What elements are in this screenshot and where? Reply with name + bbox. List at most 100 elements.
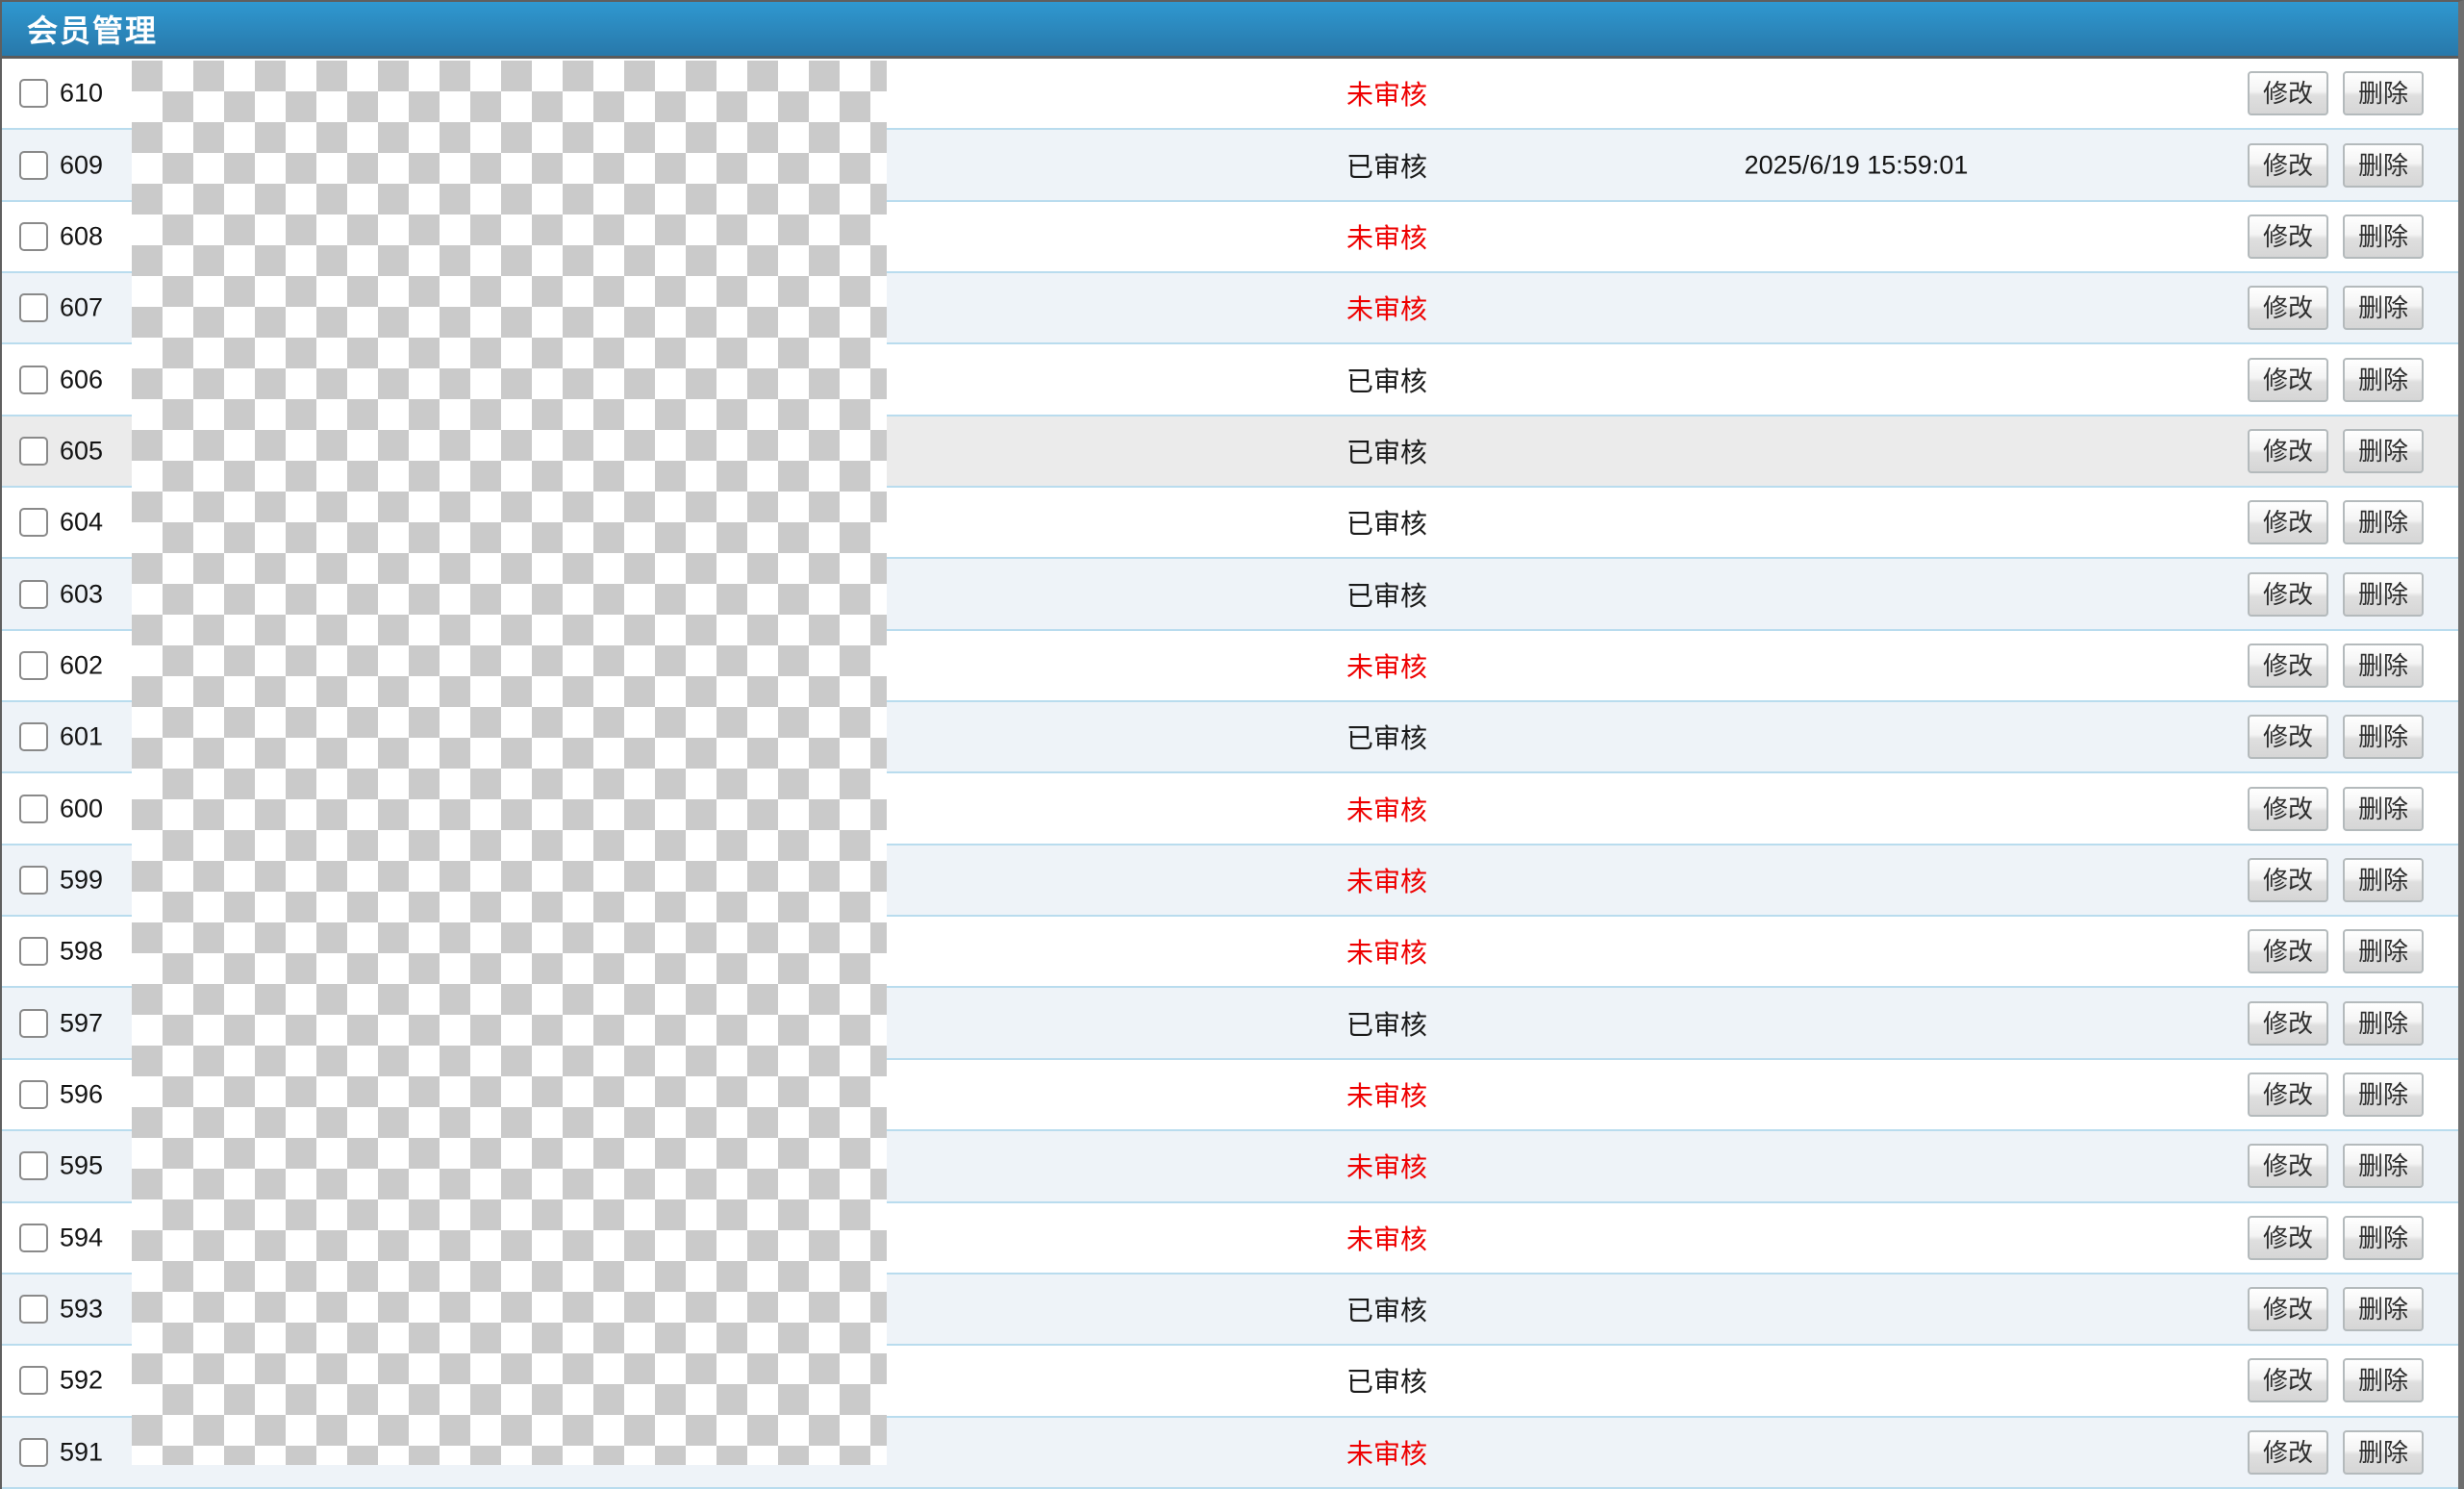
row-checkbox[interactable] [19,366,48,394]
row-checkbox[interactable] [19,1224,48,1252]
delete-button[interactable]: 删除 [2343,787,2424,831]
row-actions: 修改 删除 [2248,929,2424,973]
status-text: 已审核 [1346,146,1427,185]
row-id: 595 [60,1151,103,1181]
status-text: 已审核 [1346,575,1427,614]
row-id: 598 [60,937,103,967]
row-actions: 修改 删除 [2248,1001,2424,1046]
delete-button[interactable]: 删除 [2343,500,2424,544]
row-checkbox[interactable] [19,1151,48,1180]
delete-button[interactable]: 删除 [2343,715,2424,759]
edit-button[interactable]: 修改 [2248,787,2328,831]
row-checkbox[interactable] [19,437,48,466]
delete-button[interactable]: 删除 [2343,1144,2424,1188]
delete-button[interactable]: 删除 [2343,1430,2424,1475]
row-id: 594 [60,1223,103,1252]
member-management-page: 会员管理 610 未审核 修改 删除 609 已审核 2025/6/19 15:… [0,0,2464,1489]
row-actions: 修改 删除 [2248,71,2424,115]
row-checkbox[interactable] [19,1438,48,1467]
status-text: 已审核 [1346,361,1427,399]
edit-button[interactable]: 修改 [2248,1287,2328,1331]
status-text: 未审核 [1346,932,1427,971]
row-checkbox[interactable] [19,651,48,680]
delete-button[interactable]: 删除 [2343,1001,2424,1046]
edit-button[interactable]: 修改 [2248,500,2328,544]
edit-button[interactable]: 修改 [2248,1216,2328,1260]
row-id: 608 [60,221,103,251]
row-id: 591 [60,1437,103,1467]
row-id: 599 [60,865,103,895]
row-checkbox[interactable] [19,1009,48,1038]
delete-button[interactable]: 删除 [2343,1287,2424,1331]
edit-button[interactable]: 修改 [2248,143,2328,188]
row-actions: 修改 删除 [2248,358,2424,402]
row-checkbox[interactable] [19,866,48,895]
row-actions: 修改 删除 [2248,143,2424,188]
edit-button[interactable]: 修改 [2248,644,2328,688]
delete-button[interactable]: 删除 [2343,1216,2424,1260]
row-checkbox[interactable] [19,795,48,823]
row-id: 602 [60,650,103,680]
delete-button[interactable]: 删除 [2343,1073,2424,1117]
delete-button[interactable]: 删除 [2343,572,2424,617]
edit-button[interactable]: 修改 [2248,358,2328,402]
row-checkbox[interactable] [19,1366,48,1395]
edit-button[interactable]: 修改 [2248,215,2328,259]
row-actions: 修改 删除 [2248,1358,2424,1402]
edit-button[interactable]: 修改 [2248,1358,2328,1402]
page-title: 会员管理 [2,7,158,51]
delete-button[interactable]: 删除 [2343,286,2424,330]
status-text: 未审核 [1346,74,1427,113]
edit-button[interactable]: 修改 [2248,71,2328,115]
row-checkbox[interactable] [19,580,48,609]
delete-button[interactable]: 删除 [2343,1358,2424,1402]
row-id: 597 [60,1008,103,1038]
edit-button[interactable]: 修改 [2248,1430,2328,1475]
edit-button[interactable]: 修改 [2248,1073,2328,1117]
row-checkbox[interactable] [19,79,48,108]
delete-button[interactable]: 删除 [2343,215,2424,259]
row-id: 593 [60,1295,103,1325]
edit-button[interactable]: 修改 [2248,929,2328,973]
row-actions: 修改 删除 [2248,1287,2424,1331]
delete-button[interactable]: 删除 [2343,71,2424,115]
row-id: 600 [60,794,103,823]
status-text: 已审核 [1346,503,1427,542]
row-actions: 修改 删除 [2248,215,2424,259]
status-text: 未审核 [1346,1075,1427,1114]
status-text: 已审核 [1346,1361,1427,1400]
edit-button[interactable]: 修改 [2248,715,2328,759]
row-checkbox[interactable] [19,151,48,180]
row-checkbox[interactable] [19,293,48,322]
edit-button[interactable]: 修改 [2248,572,2328,617]
row-id: 596 [60,1079,103,1109]
delete-button[interactable]: 删除 [2343,358,2424,402]
row-checkbox[interactable] [19,1295,48,1324]
edit-button[interactable]: 修改 [2248,1144,2328,1188]
row-id: 604 [60,508,103,538]
row-checkbox[interactable] [19,1080,48,1109]
member-table: 610 未审核 修改 删除 609 已审核 2025/6/19 15:59:01… [2,59,2458,1489]
delete-button[interactable]: 删除 [2343,143,2424,188]
delete-button[interactable]: 删除 [2343,644,2424,688]
row-actions: 修改 删除 [2248,858,2424,902]
edit-button[interactable]: 修改 [2248,1001,2328,1046]
row-actions: 修改 删除 [2248,429,2424,473]
status-text: 未审核 [1346,790,1427,828]
row-checkbox[interactable] [19,722,48,751]
edit-button[interactable]: 修改 [2248,286,2328,330]
edit-button[interactable]: 修改 [2248,429,2328,473]
row-checkbox[interactable] [19,222,48,251]
status-text: 未审核 [1346,1219,1427,1257]
row-checkbox[interactable] [19,937,48,966]
status-text: 未审核 [1346,861,1427,899]
delete-button[interactable]: 删除 [2343,858,2424,902]
delete-button[interactable]: 删除 [2343,929,2424,973]
delete-button[interactable]: 删除 [2343,429,2424,473]
row-actions: 修改 删除 [2248,1144,2424,1188]
row-id: 592 [60,1366,103,1396]
row-actions: 修改 删除 [2248,644,2424,688]
row-id: 603 [60,579,103,609]
edit-button[interactable]: 修改 [2248,858,2328,902]
row-checkbox[interactable] [19,508,48,537]
